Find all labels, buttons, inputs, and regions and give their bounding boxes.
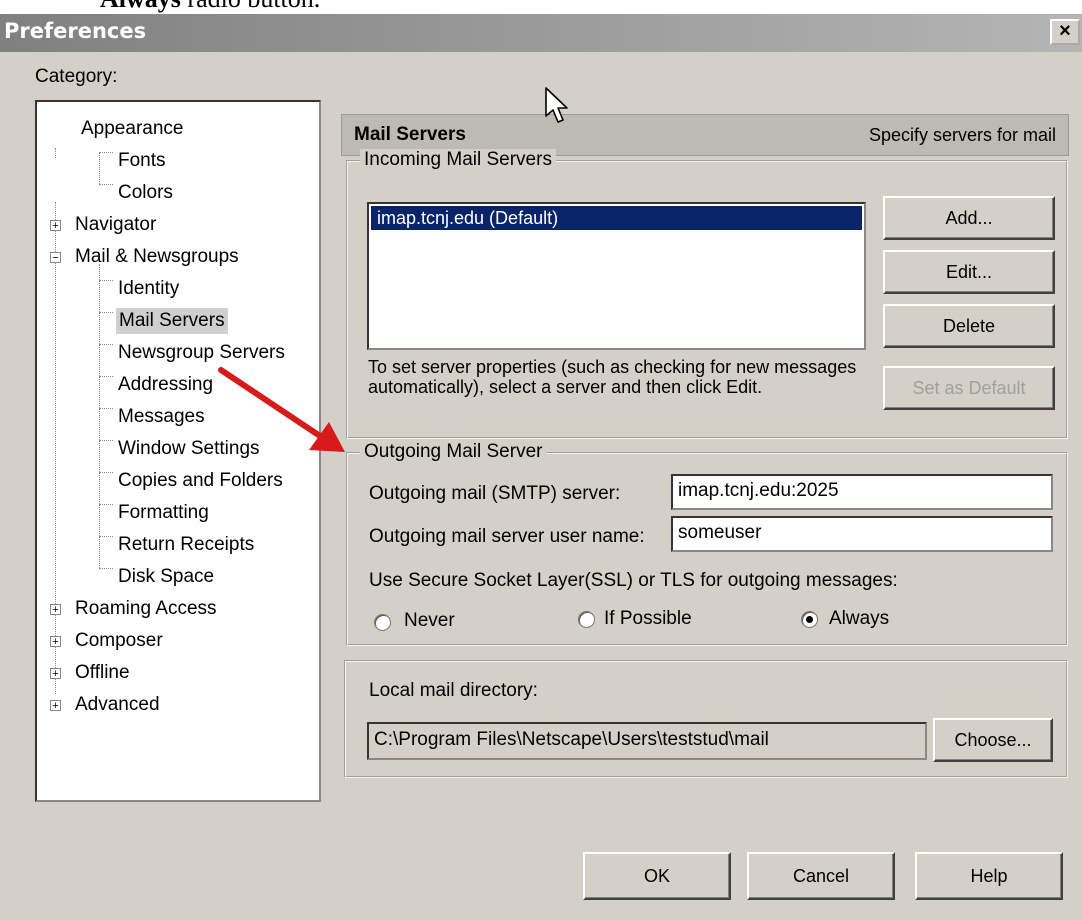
if-possible-label[interactable]: If Possible — [604, 608, 692, 630]
tree-connector — [99, 344, 113, 345]
collapse-icon[interactable]: − — [50, 252, 61, 264]
tree-item-appearance[interactable]: Appearance — [81, 118, 183, 140]
ssl-label: Use Secure Socket Layer(SSL) or TLS for … — [369, 570, 898, 591]
if-possible-radio[interactable] — [578, 611, 595, 628]
tree-connector — [99, 504, 113, 505]
smtp-label: Outgoing mail (SMTP) server: — [369, 483, 621, 504]
tree-connector — [99, 184, 113, 185]
edit-button[interactable]: Edit... — [883, 250, 1055, 294]
always-label[interactable]: Always — [829, 608, 889, 630]
tree-item-copies-folders[interactable]: Copies and Folders — [118, 470, 283, 492]
tree-item-return-receipts[interactable]: Return Receipts — [118, 534, 254, 556]
never-radio[interactable] — [374, 614, 391, 631]
ok-button[interactable]: OK — [583, 852, 731, 900]
tree-item-navigator[interactable]: Navigator — [75, 214, 156, 236]
choose-button[interactable]: Choose... — [933, 718, 1053, 762]
tree-connector — [99, 568, 113, 569]
server-list-item[interactable]: imap.tcnj.edu (Default) — [371, 206, 862, 230]
set-default-button[interactable]: Set as Default — [883, 366, 1055, 410]
expand-icon[interactable]: + — [50, 668, 61, 680]
tree-item-mail-newsgroups[interactable]: Mail & Newsgroups — [75, 246, 239, 268]
category-label: Category: — [35, 66, 118, 87]
expand-icon[interactable]: + — [50, 700, 61, 712]
tree-connector — [99, 472, 113, 473]
tree-connector — [99, 152, 113, 153]
tree-connector — [99, 312, 113, 313]
help-button[interactable]: Help — [915, 852, 1063, 900]
never-label[interactable]: Never — [404, 610, 455, 632]
tree-connector — [99, 280, 113, 281]
tree-connector — [55, 202, 56, 694]
expand-icon[interactable]: + — [50, 604, 61, 616]
user-name-field[interactable]: someuser — [671, 516, 1053, 552]
delete-button[interactable]: Delete — [883, 304, 1055, 348]
tree-item-composer[interactable]: Composer — [75, 630, 163, 652]
caption-bold: Always — [100, 0, 181, 13]
close-button[interactable]: × — [1050, 19, 1080, 45]
server-properties-hint: To set server properties (such as checki… — [368, 357, 857, 397]
tree-connector — [99, 536, 113, 537]
incoming-legend: Incoming Mail Servers — [360, 149, 556, 171]
annotation-arrow-icon — [218, 367, 345, 452]
tree-item-advanced[interactable]: Advanced — [75, 694, 160, 716]
cancel-button[interactable]: Cancel — [747, 852, 895, 900]
caption-rest: radio button. — [181, 0, 320, 13]
tree-connector — [99, 376, 113, 377]
always-radio[interactable] — [801, 611, 818, 628]
tree-item-offline[interactable]: Offline — [75, 662, 130, 684]
user-name-label: Outgoing mail server user name: — [369, 526, 645, 547]
panel-description: Specify servers for mail — [868, 125, 1056, 145]
mouse-cursor-icon — [545, 87, 568, 123]
tree-item-colors[interactable]: Colors — [118, 182, 173, 204]
panel-title: Mail Servers — [354, 124, 466, 145]
expand-icon[interactable]: + — [50, 220, 61, 232]
preferences-dialog: Preferences × Category: Appearance Fonts… — [0, 14, 1082, 920]
add-button[interactable]: Add... — [883, 196, 1055, 240]
tree-connector — [99, 264, 100, 568]
tree-item-addressing[interactable]: Addressing — [118, 374, 213, 396]
smtp-server-field[interactable]: imap.tcnj.edu:2025 — [671, 474, 1053, 510]
tree-item-messages[interactable]: Messages — [118, 406, 205, 428]
incoming-server-list[interactable]: imap.tcnj.edu (Default) — [367, 202, 866, 350]
tree-connector — [99, 440, 113, 441]
window-title: Preferences — [4, 19, 147, 43]
tree-item-disk-space[interactable]: Disk Space — [118, 566, 214, 588]
tree-item-mail-servers[interactable]: Mail Servers — [116, 308, 228, 334]
document-caption: Always radio button. — [100, 0, 320, 14]
local-dir-label: Local mail directory: — [369, 680, 538, 701]
local-dir-path[interactable]: C:\Program Files\Netscape\Users\teststud… — [367, 722, 927, 760]
tree-item-roaming-access[interactable]: Roaming Access — [75, 598, 217, 620]
tree-item-identity[interactable]: Identity — [118, 278, 179, 300]
radio-selected-dot — [806, 616, 813, 623]
tree-item-formatting[interactable]: Formatting — [118, 502, 209, 524]
title-bar[interactable]: Preferences × — [0, 14, 1082, 52]
tree-item-newsgroup-servers[interactable]: Newsgroup Servers — [118, 342, 285, 364]
expand-icon[interactable]: + — [50, 636, 61, 648]
tree-connector — [99, 152, 100, 184]
tree-connector — [55, 148, 56, 158]
tree-item-fonts[interactable]: Fonts — [118, 150, 166, 172]
outgoing-legend: Outgoing Mail Server — [360, 441, 547, 463]
tree-connector — [99, 408, 113, 409]
